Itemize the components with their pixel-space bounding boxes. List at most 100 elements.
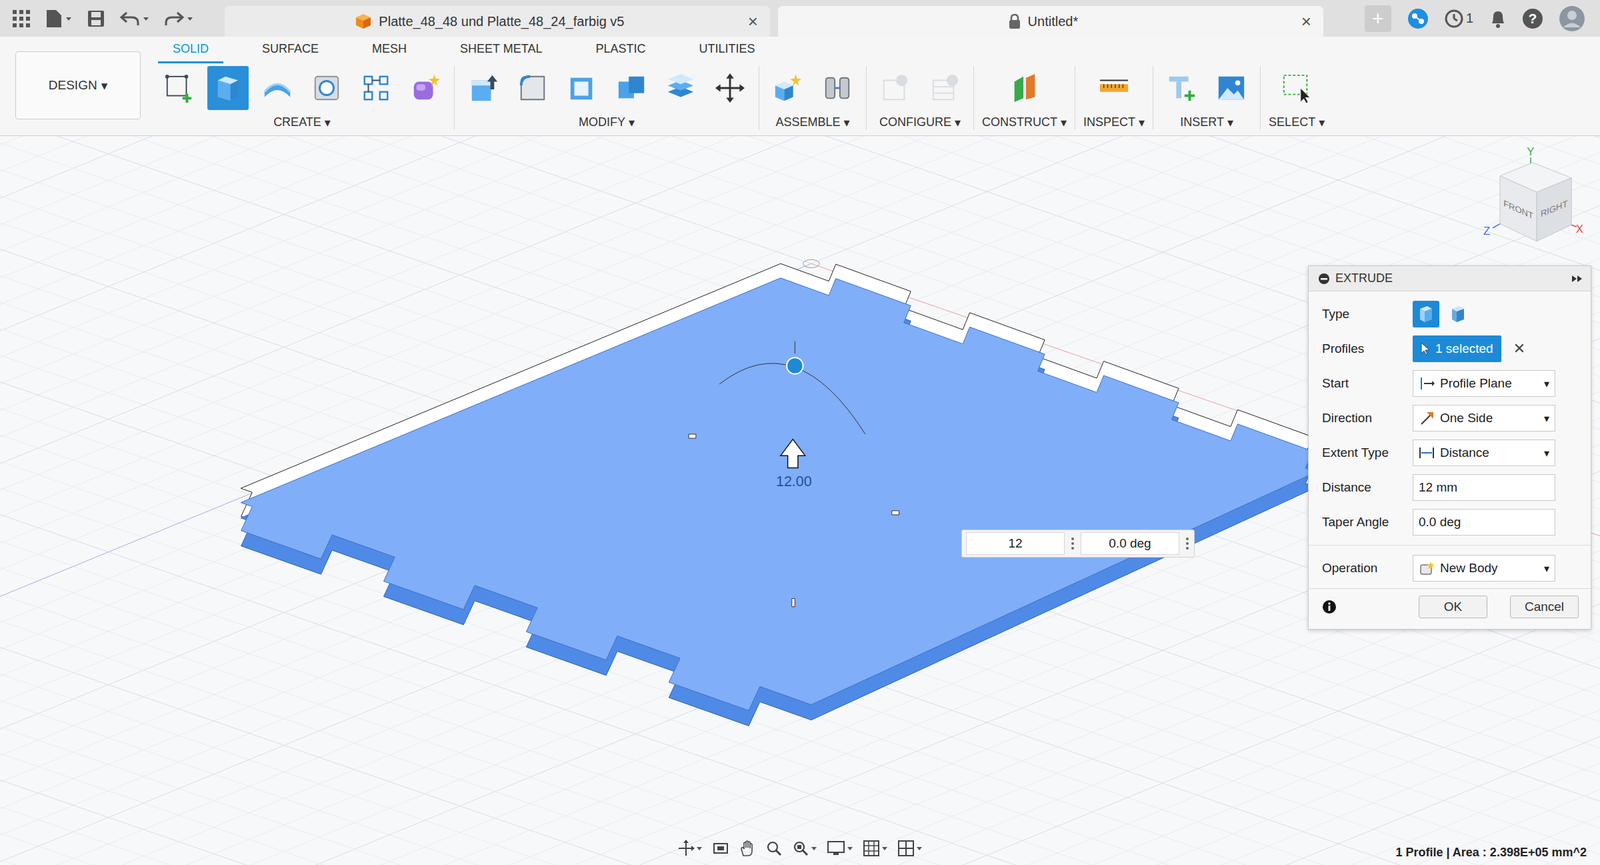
tool-button[interactable] — [1161, 66, 1203, 110]
undo-button[interactable] — [120, 10, 150, 28]
orbit-caret-icon[interactable] — [696, 844, 703, 852]
orbit-button[interactable] — [677, 839, 703, 857]
tool-button[interactable] — [1004, 66, 1046, 110]
panel-button[interactable]: Cancel — [1510, 595, 1579, 618]
fit-caret-icon[interactable] — [810, 844, 818, 852]
info-icon[interactable] — [1322, 599, 1337, 614]
angle-handle[interactable] — [786, 357, 803, 374]
document-tab-label: Untitled* — [1028, 14, 1079, 30]
new-tab-button[interactable]: + — [1364, 5, 1392, 32]
grid-settings-button[interactable] — [862, 839, 888, 857]
tool-group-menu[interactable]: ASSEMBLE▾ — [775, 115, 850, 130]
inline-input[interactable]: 0.0 deg — [1080, 532, 1180, 555]
tool-group-menu[interactable]: INSPECT▾ — [1083, 115, 1145, 130]
display-settings-button[interactable] — [826, 839, 854, 857]
close-tab-button[interactable]: × — [1298, 11, 1314, 32]
close-tab-button[interactable]: × — [745, 11, 761, 32]
toolbar-tab[interactable]: SURFACE — [247, 36, 334, 64]
redo-caret-icon[interactable] — [186, 15, 194, 22]
tool-button[interactable] — [1093, 66, 1135, 110]
tool-button[interactable] — [660, 66, 702, 110]
tool-button[interactable] — [256, 66, 298, 110]
tool-button[interactable] — [462, 66, 504, 110]
tool-button[interactable] — [561, 66, 603, 110]
tool-button[interactable] — [816, 66, 858, 110]
view-cube[interactable]: FRONTRIGHTYZX — [1483, 145, 1584, 242]
document-tab[interactable]: Untitled* × — [778, 6, 1324, 37]
image-icon — [1216, 72, 1247, 104]
tool-button[interactable] — [1210, 66, 1252, 110]
workspace-switcher[interactable]: DESIGN▾ — [15, 51, 141, 120]
document-tab[interactable]: Platte_48_48 und Platte_48_24_farbig v5× — [224, 6, 770, 37]
toolbar-tab[interactable]: SOLID — [158, 36, 224, 64]
fit-button[interactable] — [792, 839, 818, 857]
tool-group-menu[interactable]: CONFIGURE▾ — [879, 115, 961, 130]
dropdown[interactable]: Profile Plane▾ — [1412, 370, 1556, 397]
undo-caret-icon[interactable] — [142, 15, 150, 22]
panel-button[interactable]: OK — [1418, 595, 1488, 618]
view-cube-face[interactable]: FRONT — [1503, 198, 1534, 222]
tool-button[interactable] — [355, 66, 397, 110]
tool-group: CONSTRUCT▾ — [974, 66, 1076, 130]
tool-button[interactable] — [207, 66, 249, 110]
collapse-icon[interactable] — [1318, 272, 1330, 285]
tool-group-menu[interactable]: SELECT▾ — [1268, 115, 1325, 130]
save-icon[interactable] — [86, 9, 106, 28]
job-status[interactable]: 1 — [1444, 9, 1474, 28]
data-panel-icon[interactable] — [1407, 8, 1429, 30]
clear-selection-button[interactable]: ✕ — [1506, 340, 1532, 358]
tool-button[interactable] — [306, 66, 348, 110]
viewports-caret-icon[interactable] — [916, 844, 923, 852]
tool-group-menu[interactable]: CONSTRUCT▾ — [982, 115, 1067, 130]
help-button[interactable]: ? — [1522, 8, 1543, 29]
tool-group-menu[interactable]: INSERT▾ — [1180, 115, 1234, 130]
zoom-icon[interactable] — [765, 839, 783, 857]
redo-button[interactable] — [164, 10, 194, 28]
panel-header[interactable]: EXTRUDE — [1308, 266, 1591, 292]
dropdown[interactable]: New Body▾ — [1412, 554, 1556, 582]
tool-groups: CREATE▾ MODIFY▾ ASSEMBLE▾ CONFIGURE▾ CONSTRU… — [158, 66, 1333, 130]
toolbar-tab[interactable]: MESH — [357, 36, 422, 64]
profiles-selection[interactable]: 1 selected — [1412, 335, 1502, 362]
tool-group: INSERT▾ — [1153, 66, 1261, 130]
tool-button[interactable] — [158, 66, 200, 110]
tool-button[interactable] — [404, 66, 446, 110]
row-label: Taper Angle — [1322, 514, 1413, 530]
view-cube-face[interactable]: RIGHT — [1540, 198, 1568, 220]
tool-button[interactable] — [767, 66, 809, 110]
pan-hand-icon[interactable] — [738, 839, 756, 857]
toolbar-tab[interactable]: UTILITIES — [684, 36, 770, 64]
mark — [892, 510, 900, 515]
text-field[interactable]: 0.0 deg — [1412, 508, 1556, 536]
type-option[interactable] — [1412, 300, 1440, 328]
inline-input[interactable]: 12 — [966, 532, 1065, 555]
inline-input-menu-icon[interactable] — [1184, 535, 1190, 552]
apps-grid-icon[interactable] — [12, 9, 31, 28]
bell-icon[interactable] — [1489, 8, 1507, 29]
type-option[interactable] — [1444, 300, 1472, 328]
distance-arrow-handle[interactable] — [780, 439, 806, 468]
tool-group-menu[interactable]: CREATE▾ — [273, 115, 331, 130]
sketch-icon — [163, 72, 194, 104]
toolbar-tab[interactable]: PLASTIC — [580, 36, 660, 64]
look-at-icon[interactable] — [712, 839, 730, 857]
grid-caret-icon[interactable] — [881, 844, 888, 852]
avatar-icon[interactable] — [1558, 5, 1586, 32]
file-caret-icon[interactable] — [65, 15, 72, 22]
viewports-button[interactable] — [897, 839, 923, 857]
tool-button[interactable] — [1276, 66, 1318, 110]
display-caret-icon[interactable] — [846, 844, 854, 852]
dropdown[interactable]: One Side▾ — [1412, 404, 1556, 432]
dropdown[interactable]: Distance▾ — [1412, 439, 1556, 466]
tool-button[interactable] — [512, 66, 554, 110]
file-menu[interactable] — [45, 8, 72, 29]
plate-model[interactable] — [240, 263, 1316, 726]
tool-button[interactable] — [709, 66, 751, 110]
text-field[interactable]: 12 mm — [1412, 474, 1556, 501]
tool-button[interactable] — [610, 66, 652, 110]
toolbar-tab[interactable]: SHEET METAL — [445, 36, 557, 64]
tool-group-menu[interactable]: MODIFY▾ — [578, 115, 635, 130]
inline-input-menu-icon[interactable] — [1070, 535, 1076, 552]
viewport[interactable]: 12.00FRONTRIGHTYZX120.0 degEXTRUDETypePr… — [0, 136, 1600, 865]
expand-icon[interactable] — [1570, 274, 1584, 284]
